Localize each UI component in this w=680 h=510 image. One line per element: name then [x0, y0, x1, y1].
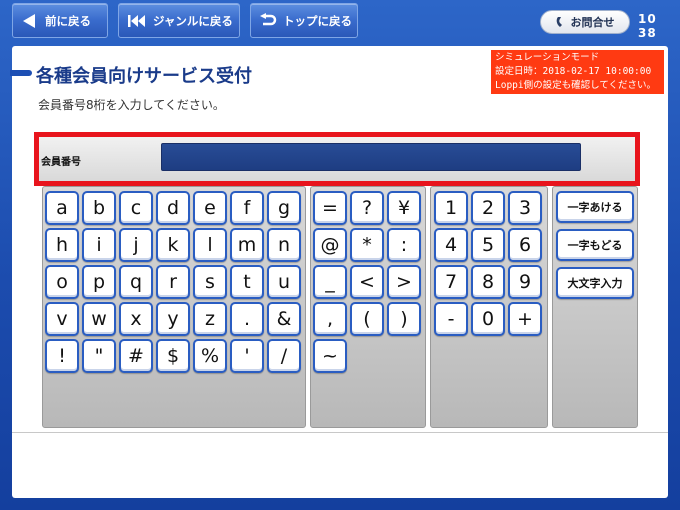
key[interactable]: q	[119, 265, 153, 299]
key[interactable]: _	[313, 265, 347, 299]
key[interactable]: /	[267, 339, 301, 373]
contact-button[interactable]: お問合せ	[540, 10, 630, 34]
function-key[interactable]: 一字あける	[556, 191, 634, 223]
key[interactable]: "	[82, 339, 116, 373]
key[interactable]: y	[156, 302, 190, 336]
key[interactable]: )	[387, 302, 421, 336]
key[interactable]: e	[193, 191, 227, 225]
key[interactable]: &	[267, 302, 301, 336]
key[interactable]: f	[230, 191, 264, 225]
key[interactable]: x	[119, 302, 153, 336]
key[interactable]: >	[387, 265, 421, 299]
key[interactable]: $	[156, 339, 190, 373]
key[interactable]: 0	[471, 302, 505, 336]
key[interactable]: v	[45, 302, 79, 336]
key[interactable]: @	[313, 228, 347, 262]
key[interactable]: .	[230, 302, 264, 336]
key[interactable]: ?	[350, 191, 384, 225]
key[interactable]: 1	[434, 191, 468, 225]
key[interactable]: d	[156, 191, 190, 225]
top-button-label: トップに戻る	[283, 13, 352, 28]
key[interactable]: 9	[508, 265, 542, 299]
key[interactable]: :	[387, 228, 421, 262]
key[interactable]: l	[193, 228, 227, 262]
key[interactable]: m	[230, 228, 264, 262]
page-title: 各種会員向けサービス受付	[36, 66, 252, 87]
key[interactable]: c	[119, 191, 153, 225]
key[interactable]: ¥	[387, 191, 421, 225]
key[interactable]: h	[45, 228, 79, 262]
key[interactable]: i	[82, 228, 116, 262]
key[interactable]: 8	[471, 265, 505, 299]
title-marker	[10, 70, 32, 76]
key[interactable]: p	[82, 265, 116, 299]
key[interactable]: 7	[434, 265, 468, 299]
member-number-row: 会員番号	[34, 132, 640, 186]
member-number-input[interactable]	[161, 143, 581, 171]
main-panel: 各種会員向けサービス受付 会員番号8桁を入力してください。 シミュレーションモー…	[10, 46, 668, 498]
symbol-keypad: =? ¥ @ *: _ < >,() ~	[310, 186, 426, 428]
key[interactable]: a	[45, 191, 79, 225]
key[interactable]: ,	[313, 302, 347, 336]
key[interactable]: %	[193, 339, 227, 373]
key[interactable]: t	[230, 265, 264, 299]
key[interactable]: 3	[508, 191, 542, 225]
phone-icon	[556, 16, 566, 28]
page-instruction: 会員番号8桁を入力してください。	[38, 98, 225, 112]
key[interactable]: g	[267, 191, 301, 225]
key[interactable]: '	[230, 339, 264, 373]
key[interactable]: <	[350, 265, 384, 299]
function-key[interactable]: 一字もどる	[556, 229, 634, 261]
key[interactable]: 6	[508, 228, 542, 262]
clock: 10 38	[638, 12, 657, 40]
key[interactable]: ~	[313, 339, 347, 373]
simulation-line-1: シミュレーションモード	[495, 52, 600, 63]
return-arrow-icon	[259, 12, 277, 29]
key[interactable]: +	[508, 302, 542, 336]
simulation-line-3: Loppi側の設定も確認してください。	[495, 80, 657, 91]
key[interactable]: b	[82, 191, 116, 225]
back-to-genre-button[interactable]: ジャンルに戻る	[118, 3, 240, 38]
back-button[interactable]: 前に戻る	[12, 3, 108, 38]
key[interactable]: o	[45, 265, 79, 299]
alphabet-keypad: a b c d e f g h i j k l m n o p q r s t u v w x y z. &! " # $% ' /	[42, 186, 306, 428]
function-keypad: 一字あける一字もどる大文字入力	[552, 186, 638, 428]
back-button-label: 前に戻る	[45, 13, 91, 28]
skip-back-icon	[127, 13, 147, 29]
key[interactable]: k	[156, 228, 190, 262]
top-navigation: 前に戻る ジャンルに戻る トップに戻る お問合せ 10 38	[0, 0, 680, 44]
key[interactable]: =	[313, 191, 347, 225]
divider	[12, 432, 668, 433]
key[interactable]: *	[350, 228, 384, 262]
key[interactable]: 4	[434, 228, 468, 262]
function-key[interactable]: 大文字入力	[556, 267, 634, 299]
member-number-label: 会員番号	[41, 157, 81, 168]
key[interactable]: -	[434, 302, 468, 336]
key[interactable]: u	[267, 265, 301, 299]
key[interactable]: r	[156, 265, 190, 299]
simulation-mode-notice: シミュレーションモード 設定日時：2018-02-17 10:00:00 Lop…	[491, 50, 664, 94]
back-to-top-button[interactable]: トップに戻る	[250, 3, 358, 38]
key[interactable]: z	[193, 302, 227, 336]
genre-button-label: ジャンルに戻る	[153, 13, 233, 28]
key[interactable]: w	[82, 302, 116, 336]
simulation-line-2: 設定日時：2018-02-17 10:00:00	[495, 66, 652, 77]
key[interactable]: #	[119, 339, 153, 373]
number-keypad: 1 2 3 4 5 6 7 8 9 -0 +	[430, 186, 548, 428]
arrow-left-icon	[21, 12, 39, 30]
contact-label: お問合せ	[570, 16, 615, 29]
key[interactable]: n	[267, 228, 301, 262]
key[interactable]: 5	[471, 228, 505, 262]
key[interactable]: s	[193, 265, 227, 299]
key[interactable]: (	[350, 302, 384, 336]
key[interactable]: !	[45, 339, 79, 373]
key[interactable]: j	[119, 228, 153, 262]
key[interactable]: 2	[471, 191, 505, 225]
